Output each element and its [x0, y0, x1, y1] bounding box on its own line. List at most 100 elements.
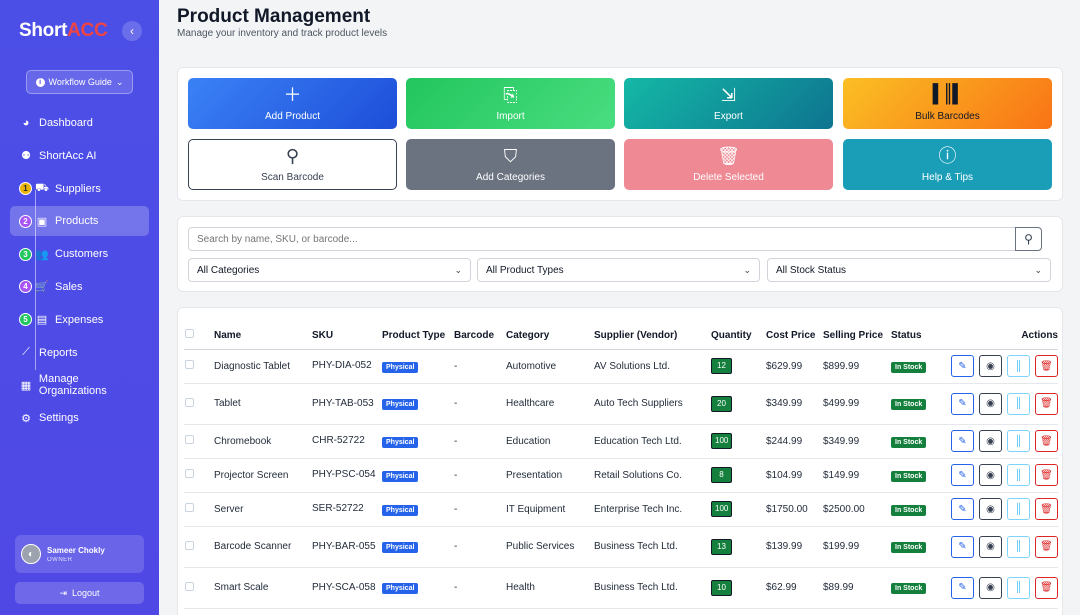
- workflow-guide-button[interactable]: i Workflow Guide ⌄: [26, 70, 133, 94]
- collapse-sidebar-button[interactable]: ‹: [122, 21, 142, 41]
- barcode-button[interactable]: ║: [1007, 392, 1030, 415]
- row-checkbox[interactable]: [185, 397, 194, 407]
- chart-icon: ⟋: [22, 346, 30, 359]
- barcode-icon: ║: [1014, 503, 1023, 515]
- delete-selected-button[interactable]: 🗑 Delete Selected: [624, 139, 833, 190]
- brand-logo[interactable]: ShortACC: [19, 20, 108, 42]
- edit-button[interactable]: ✎: [951, 392, 974, 415]
- cell-selling-price: $2500.00: [823, 492, 891, 527]
- edit-icon: ✎: [958, 469, 967, 481]
- sidebar-item-products[interactable]: 2 ▣ Products: [10, 206, 149, 237]
- edit-button[interactable]: ✎: [951, 576, 974, 599]
- sidebar-item-settings[interactable]: ⚙ Settings: [10, 403, 149, 433]
- add-product-label: Add Product: [264, 110, 321, 122]
- scan-barcode-button[interactable]: ⚲ Scan Barcode: [188, 139, 397, 190]
- table-row[interactable]: Smart Scale PHY-SCA-058 Physical - Health Bus…: [184, 567, 1058, 609]
- view-button[interactable]: ◉: [979, 392, 1002, 415]
- cell-name: Chromebook: [214, 424, 312, 459]
- sidebar-item-reports[interactable]: ⟋ Reports: [10, 338, 149, 368]
- help-tips-button[interactable]: ⓘ Help & Tips: [843, 139, 1052, 190]
- barcode-button[interactable]: ║: [1007, 464, 1030, 486]
- delete-button[interactable]: 🗑: [1035, 498, 1058, 520]
- sidebar-item-suppliers[interactable]: 1 ⛟ Suppliers: [10, 174, 149, 204]
- delete-button[interactable]: 🗑: [1035, 535, 1058, 558]
- table-row[interactable]: Projector Screen PHY-PSC-054 Physical - Pres…: [184, 458, 1058, 493]
- sidebar-item-label: Products: [55, 215, 99, 228]
- sidebar-item-shortacc-ai[interactable]: ⚉ ShortAcc AI: [10, 141, 149, 171]
- select-all-checkbox[interactable]: [185, 328, 194, 338]
- search-input[interactable]: [188, 227, 1016, 251]
- edit-button[interactable]: ✎: [951, 464, 974, 486]
- cell-cost-price: $139.99: [766, 526, 823, 568]
- table-row[interactable]: Server SER-52722 Physical - IT Equipment Ente…: [184, 492, 1058, 527]
- cell-name: Projector Screen: [214, 458, 312, 493]
- user-card[interactable]: ◐ Sameer Chokly OWNER: [15, 535, 144, 573]
- cell-name: Server: [214, 492, 312, 527]
- add-categories-button[interactable]: ⛉ Add Categories: [406, 139, 615, 190]
- row-checkbox[interactable]: [185, 581, 194, 591]
- delete-button[interactable]: 🗑: [1035, 576, 1058, 599]
- add-product-button[interactable]: ＋ Add Product: [188, 78, 397, 129]
- barcode-button[interactable]: ║: [1007, 498, 1030, 520]
- table-row[interactable]: Tablet PHY-TAB-053 Physical - Healthcare Auto…: [184, 383, 1058, 425]
- col-supplier: Supplier (Vendor): [594, 308, 711, 350]
- delete-button[interactable]: 🗑: [1035, 355, 1058, 377]
- sidebar-item-label: Settings: [39, 412, 79, 425]
- export-button[interactable]: ⇲ Export: [624, 78, 833, 129]
- cell-barcode: -: [454, 383, 506, 425]
- search-button[interactable]: ⚲: [1015, 227, 1042, 251]
- product-type-badge: Physical: [382, 361, 419, 373]
- row-checkbox[interactable]: [185, 540, 194, 550]
- edit-button[interactable]: ✎: [951, 430, 974, 452]
- edit-icon: ✎: [958, 360, 967, 372]
- bulk-barcodes-button[interactable]: ▌║▌ Bulk Barcodes: [843, 78, 1052, 129]
- row-checkbox[interactable]: [185, 435, 194, 444]
- row-checkbox[interactable]: [185, 360, 194, 369]
- step-badge: 5: [19, 313, 32, 327]
- trash-icon: 🗑: [1040, 398, 1053, 409]
- cell-cost-price: $349.99: [766, 383, 823, 425]
- product-type-badge: Physical: [382, 504, 419, 516]
- edit-button[interactable]: ✎: [951, 535, 974, 558]
- sidebar-item-label: Customers: [55, 248, 109, 261]
- money-icon: ▤: [36, 314, 48, 327]
- product-type-select[interactable]: All Product Types ⌄: [477, 258, 760, 282]
- row-checkbox[interactable]: [185, 469, 194, 478]
- view-button[interactable]: ◉: [979, 430, 1002, 452]
- edit-button[interactable]: ✎: [951, 498, 974, 520]
- logout-button[interactable]: ⇥ Logout: [15, 582, 144, 604]
- sidebar-item-customers[interactable]: 3 👥 Customers: [10, 239, 149, 269]
- import-button[interactable]: ⎘ Import: [406, 78, 615, 129]
- category-select[interactable]: All Categories ⌄: [188, 258, 471, 282]
- view-button[interactable]: ◉: [979, 576, 1002, 599]
- view-button[interactable]: ◉: [979, 464, 1002, 486]
- sidebar-item-label: Dashboard: [39, 117, 93, 129]
- add-categories-label: Add Categories: [476, 171, 545, 183]
- cell-quantity: 13: [711, 526, 766, 568]
- view-button[interactable]: ◉: [979, 355, 1002, 377]
- row-checkbox[interactable]: [185, 503, 194, 512]
- table-row[interactable]: Chromebook CHR-52722 Physical - Education Edu…: [184, 424, 1058, 459]
- sidebar-item-expenses[interactable]: 5 ▤ Expenses: [10, 305, 149, 335]
- sidebar-item-manage-organizations[interactable]: ▦ Manage Organizations: [10, 370, 149, 400]
- barcode-button[interactable]: ║: [1007, 576, 1030, 599]
- barcode-button[interactable]: ║: [1007, 355, 1030, 377]
- barcode-icon: ║: [1014, 360, 1023, 372]
- status-badge: In Stock: [891, 436, 927, 448]
- edit-icon: ✎: [958, 582, 967, 593]
- quantity-badge: 12: [711, 358, 732, 374]
- edit-button[interactable]: ✎: [951, 355, 974, 377]
- table-row[interactable]: Diagnostic Tablet PHY-DIA-052 Physical - Aut…: [184, 349, 1058, 384]
- barcode-button[interactable]: ║: [1007, 430, 1030, 452]
- table-row[interactable]: Barcode Scanner PHY-BAR-055 Physical - Publi…: [184, 526, 1058, 568]
- sidebar-item-dashboard[interactable]: ◕ Dashboard: [10, 108, 149, 138]
- barcode-button[interactable]: ║: [1007, 535, 1030, 558]
- delete-button[interactable]: 🗑: [1035, 392, 1058, 415]
- delete-button[interactable]: 🗑: [1035, 464, 1058, 486]
- edit-icon: ✎: [958, 503, 967, 515]
- view-button[interactable]: ◉: [979, 535, 1002, 558]
- delete-button[interactable]: 🗑: [1035, 430, 1058, 452]
- sidebar-item-sales[interactable]: 4 🛒 Sales: [10, 272, 149, 302]
- view-button[interactable]: ◉: [979, 498, 1002, 520]
- stock-status-select[interactable]: All Stock Status ⌄: [767, 258, 1051, 282]
